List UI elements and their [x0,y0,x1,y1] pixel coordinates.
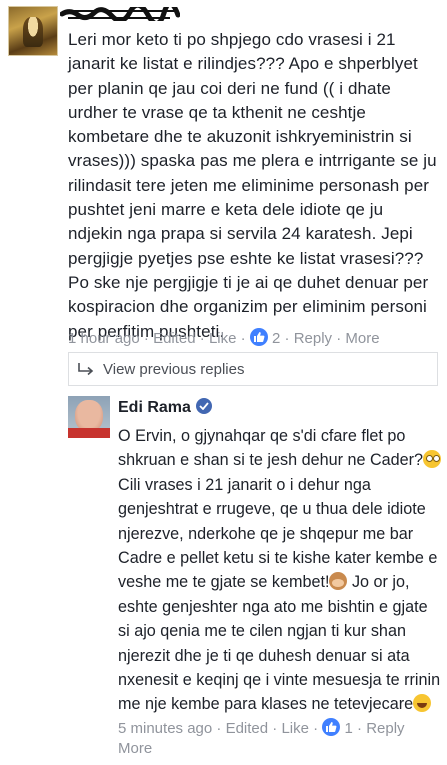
edited-label[interactable]: Edited [153,330,196,347]
more-link[interactable]: More [345,330,379,347]
see-no-evil-monkey-emoji-icon [329,572,348,591]
comment-actions: 1 hour ago · Edited · Like · 2 · Reply ·… [68,328,380,347]
reply-edited-label[interactable]: Edited [226,720,269,737]
verified-badge-icon [196,398,212,414]
reply-author-name[interactable]: Edi Rama [118,399,191,417]
comment-timestamp[interactable]: 1 hour ago [68,330,140,347]
reply-like-reaction-icon[interactable] [322,718,341,736]
reply-more-link[interactable]: More [118,740,152,757]
laughing-tears-emoji-icon [413,694,432,713]
reply-text-part1: O Ervin, o gjynahqar qe s'di cfare flet … [118,427,424,470]
reply-like-count[interactable]: 1 [345,720,353,737]
view-previous-replies-button[interactable]: View previous replies [68,352,438,386]
like-count[interactable]: 2 [272,330,280,347]
reply-author-avatar[interactable] [68,396,110,438]
reply-reply-link[interactable]: Reply [366,720,404,737]
like-link[interactable]: Like [209,330,237,347]
reply-actions: 5 minutes ago · Edited · Like · 1 · Repl… [118,718,405,737]
like-reaction-icon[interactable] [249,328,268,346]
reply-like-link[interactable]: Like [281,720,309,737]
reply-arrow-icon [78,363,94,376]
view-previous-replies-label: View previous replies [103,360,245,378]
rolling-eyes-emoji-icon [423,450,442,469]
comment-text: Leri mor keto ti po shpjego cdo vrasesi … [68,30,437,341]
reply-text: O Ervin, o gjynahqar qe s'di cfare flet … [118,424,443,717]
reply-timestamp[interactable]: 5 minutes ago [118,720,212,737]
commenter-avatar[interactable] [8,6,58,56]
reply-text-part3: Jo or jo, eshte genjeshter nga ato me bi… [118,573,441,714]
reply-link[interactable]: Reply [294,330,332,347]
redacted-author-name [60,7,180,21]
reply-more-row: More [118,740,152,757]
